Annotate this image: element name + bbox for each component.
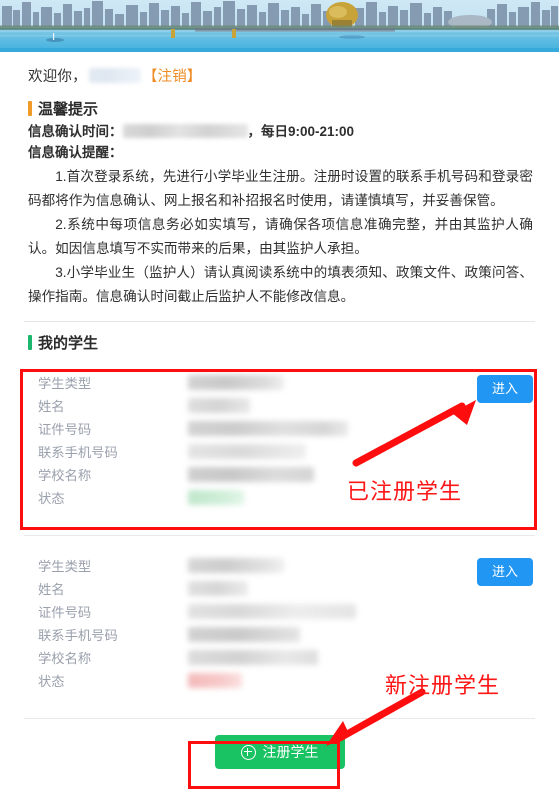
confirm-reminder-label: 信息确认提醒：	[28, 145, 123, 160]
field-value-redacted	[188, 627, 300, 642]
tips-paragraph-3: 3.小学毕业生（监护人）请认真阅读系统中的填表须知、政策文件、政策问答、操作指南…	[28, 265, 533, 304]
welcome-prefix: 欢迎你，	[28, 69, 87, 85]
field-label-status: 状态	[38, 674, 65, 689]
field-label-school: 学校名称	[38, 651, 92, 666]
students-section-title: 我的学生	[38, 335, 99, 352]
section-divider	[24, 321, 535, 322]
field-label-id-number: 证件号码	[38, 605, 92, 620]
field-value-redacted	[188, 444, 306, 459]
field-value-redacted	[188, 558, 284, 573]
table-row: 学校名称	[38, 463, 535, 486]
page-content: 欢迎你， 【注销】 温馨提示 信息确认时间： ，每日9:00-21:00 信息确认提…	[0, 52, 559, 783]
table-row: 学生类型	[38, 371, 535, 394]
table-row: 联系手机号码	[38, 440, 535, 463]
card-separator	[24, 535, 535, 536]
tips-paragraphs: 1.首次登录系统，先进行小学毕业生注册。注册时设置的联系手机号码和登录密码都将作…	[0, 163, 559, 309]
students-section-header: 我的学生	[0, 332, 559, 353]
confirm-time-line: 信息确认时间： ，每日9:00-21:00	[0, 121, 559, 142]
field-value-redacted	[188, 421, 348, 436]
register-student-button[interactable]: 注册学生	[214, 735, 345, 769]
field-label-student-type: 学生类型	[38, 376, 92, 391]
students-accent-bar	[28, 335, 32, 350]
enter-button-new[interactable]: 进入	[477, 558, 533, 586]
tips-paragraph-2: 2.系统中每项信息务必如实填写，请确保各项信息准确完整，并由其监护人确认。如因信…	[28, 217, 533, 256]
field-label-id-number: 证件号码	[38, 422, 92, 437]
field-value-redacted	[188, 467, 314, 482]
user-name-redacted	[88, 68, 141, 83]
field-value-redacted	[188, 375, 284, 390]
table-row: 状态	[38, 486, 535, 509]
field-value-redacted	[188, 581, 248, 596]
student-card-new[interactable]: 学生类型 姓名 证件号码 联系手机号码 学校名称 状态 进入	[24, 542, 535, 716]
field-label-name: 姓名	[38, 399, 65, 414]
table-row: 状态	[38, 669, 535, 692]
field-value-redacted	[188, 398, 250, 413]
confirm-time-value-redacted	[122, 124, 248, 138]
student-field-list: 学生类型 姓名 证件号码 联系手机号码 学校名称 状态	[24, 371, 535, 509]
table-row: 姓名	[38, 394, 535, 417]
field-label-name: 姓名	[38, 582, 65, 597]
student-field-list: 学生类型 姓名 证件号码 联系手机号码 学校名称 状态	[24, 554, 535, 692]
field-label-phone: 联系手机号码	[38, 628, 118, 643]
skyline-illustration	[0, 0, 559, 52]
register-button-label: 注册学生	[262, 744, 319, 760]
table-row: 证件号码	[38, 600, 535, 623]
tips-paragraph-1: 1.首次登录系统，先进行小学毕业生注册。注册时设置的联系手机号码和登录密码都将作…	[28, 169, 533, 208]
field-value-redacted	[188, 673, 242, 688]
table-row: 证件号码	[38, 417, 535, 440]
plus-circle-icon	[240, 744, 256, 760]
tips-section-header: 温馨提示	[0, 98, 559, 119]
confirm-time-label: 信息确认时间：	[28, 124, 123, 139]
field-value-redacted	[188, 650, 318, 665]
field-value-redacted	[188, 490, 244, 505]
table-row: 学生类型	[38, 554, 535, 577]
student-card-registered[interactable]: 学生类型 姓名 证件号码 联系手机号码 学校名称 状态 进入	[24, 359, 535, 533]
field-label-school: 学校名称	[38, 468, 92, 483]
enter-button-registered[interactable]: 进入	[477, 375, 533, 403]
table-row: 学校名称	[38, 646, 535, 669]
tips-section-title: 温馨提示	[38, 101, 99, 118]
logout-link[interactable]: 【注销】	[143, 69, 202, 85]
welcome-line: 欢迎你， 【注销】	[0, 52, 559, 88]
field-value-redacted	[188, 604, 356, 619]
field-label-phone: 联系手机号码	[38, 445, 118, 460]
confirm-time-suffix: ，每日9:00-21:00	[247, 124, 355, 139]
table-row: 姓名	[38, 577, 535, 600]
table-row: 联系手机号码	[38, 623, 535, 646]
site-banner	[0, 0, 559, 52]
register-button-area: 注册学生	[0, 719, 559, 783]
field-label-student-type: 学生类型	[38, 559, 92, 574]
field-label-status: 状态	[38, 491, 65, 506]
tips-accent-bar	[28, 101, 32, 116]
